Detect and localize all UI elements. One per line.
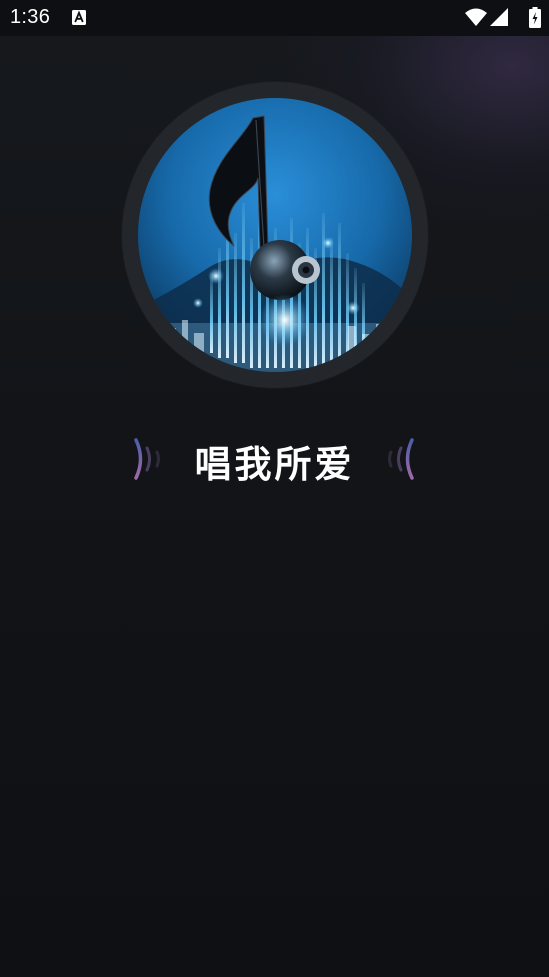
signal-icon: [490, 8, 508, 26]
status-bar: 1:36: [0, 0, 549, 36]
a-accessibility-icon: [72, 10, 86, 25]
music-note-equalizer-logo: [138, 98, 412, 372]
status-icons: [451, 7, 541, 29]
status-time: 1:36: [10, 6, 51, 28]
app-title: 唱我所爱: [194, 443, 355, 486]
wifi-icon: [465, 8, 487, 26]
splash-screen: 1:36 唱我所爱: [0, 0, 549, 977]
title-row: 唱我所爱: [0, 432, 549, 486]
battery-charging-icon: [529, 7, 541, 28]
sound-wave-right-icon: [380, 436, 416, 482]
